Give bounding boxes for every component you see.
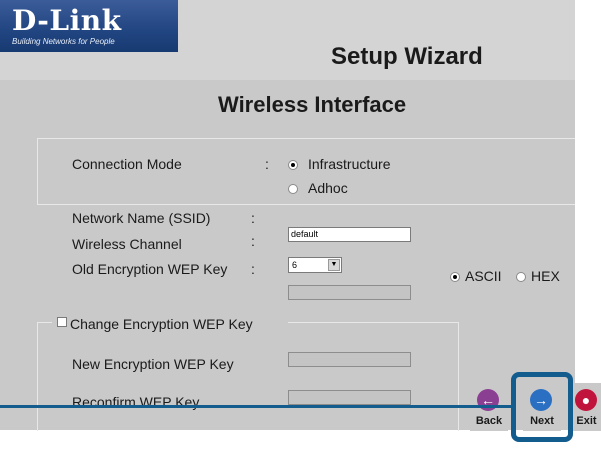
ssid-colon: : <box>251 210 255 226</box>
infrastructure-radio[interactable] <box>288 160 298 170</box>
old-wep-key-colon: : <box>251 261 255 277</box>
old-wep-key-input[interactable] <box>288 285 411 300</box>
new-wep-key-label: New Encryption WEP Key <box>72 356 234 372</box>
back-label: Back <box>475 415 503 427</box>
wireless-channel-select[interactable]: 6 ▼ <box>288 257 342 273</box>
logo-tagline: Building Networks for People <box>12 37 115 46</box>
exit-icon: ● <box>575 389 597 411</box>
hex-label: HEX <box>531 268 560 284</box>
page-title: Wireless Interface <box>218 92 407 117</box>
setup-wizard-title: Setup Wizard <box>331 43 483 70</box>
chevron-down-icon[interactable]: ▼ <box>328 259 340 271</box>
wireless-channel-value: 6 <box>292 260 298 270</box>
dlink-logo: D-Link Building Networks for People <box>0 0 178 52</box>
adhoc-radio[interactable] <box>288 184 298 194</box>
change-wep-checkbox[interactable] <box>57 317 67 327</box>
logo-text: D-Link <box>12 4 122 37</box>
adhoc-label: Adhoc <box>308 180 348 196</box>
header: D-Link Building Networks for People Setu… <box>0 0 575 80</box>
new-wep-key-input[interactable] <box>288 352 411 367</box>
wireless-channel-colon: : <box>251 233 255 249</box>
reconfirm-wep-key-input[interactable] <box>288 390 411 405</box>
wireless-channel-label: Wireless Channel <box>72 236 182 252</box>
next-highlight-box <box>511 372 573 442</box>
connection-mode-colon: : <box>265 156 269 172</box>
old-wep-key-label: Old Encryption WEP Key <box>72 261 228 277</box>
exit-button[interactable]: ● Exit <box>572 383 601 431</box>
setup-wizard-window: D-Link Building Networks for People Setu… <box>0 0 575 431</box>
connection-mode-label: Connection Mode <box>72 156 182 172</box>
exit-label: Exit <box>576 415 597 427</box>
callout-line <box>0 405 513 408</box>
ascii-radio[interactable] <box>450 272 460 282</box>
infrastructure-label: Infrastructure <box>308 156 391 172</box>
ascii-label: ASCII <box>465 268 502 284</box>
ssid-label: Network Name (SSID) <box>72 210 211 226</box>
change-wep-label: Change Encryption WEP Key <box>70 316 253 332</box>
change-wep-group <box>37 322 459 431</box>
ssid-input[interactable]: default <box>288 227 411 242</box>
hex-radio[interactable] <box>516 272 526 282</box>
